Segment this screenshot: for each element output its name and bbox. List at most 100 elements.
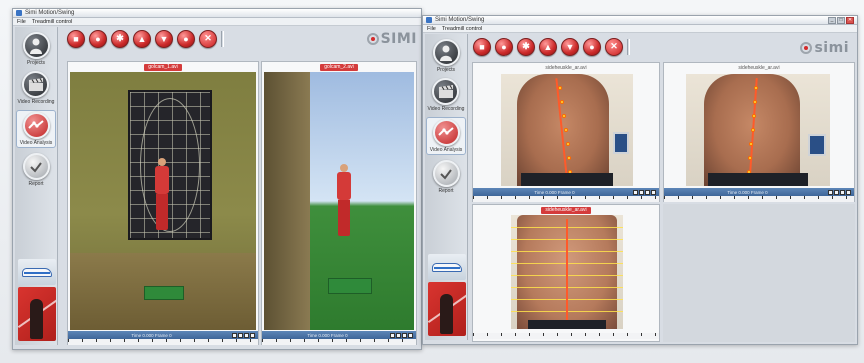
minimize-button[interactable]: _ (828, 16, 836, 24)
hitting-mat (144, 286, 184, 300)
nav-video-recording[interactable]: Video Recording (427, 78, 465, 112)
new-project-button[interactable]: ■ (67, 29, 85, 48)
logo-mark-icon (800, 42, 813, 54)
up-button[interactable]: ▲ (133, 29, 151, 48)
video-frame[interactable] (264, 72, 414, 330)
nav-video-analysis[interactable]: Video Analysis (425, 117, 467, 155)
maximize-button[interactable]: □ (837, 16, 845, 24)
settings-button[interactable]: ✱ (111, 29, 129, 48)
end-button[interactable] (846, 189, 851, 195)
film-clapper-icon (432, 78, 460, 105)
analysis-icon (432, 119, 460, 146)
logo-text: simi (814, 40, 849, 56)
left-nav-sidebar: Projects Video Recording Video Analysis … (15, 27, 58, 345)
video-frame[interactable] (686, 74, 830, 186)
nav-label: Projects (436, 67, 456, 73)
video-frame[interactable] (70, 72, 256, 330)
settings-button[interactable]: ✱ (517, 37, 535, 56)
close-window-button[interactable]: ✕ (846, 16, 854, 24)
golfer-figure (336, 164, 352, 236)
end-button[interactable] (408, 332, 413, 338)
menu-file[interactable]: File (17, 19, 26, 25)
panel-title: golcam_2.avi (320, 64, 358, 71)
play-button[interactable] (828, 189, 833, 195)
report-check-icon (22, 153, 50, 180)
video-timebar: Time 0.000 Frame 0 (473, 188, 659, 196)
video-panel-1: golcam_1.avi Time 0.000 Frame 0 (67, 61, 259, 345)
app-icon (426, 17, 432, 23)
film-clapper-icon (22, 71, 50, 98)
play-button[interactable] (232, 332, 237, 338)
left-title-bar: Simi Motion/Swing (13, 9, 421, 18)
video-frame[interactable] (501, 74, 633, 186)
timeline-ruler[interactable] (664, 196, 854, 202)
end-button[interactable] (250, 332, 255, 338)
step-forward-button[interactable] (244, 332, 249, 338)
left-toolbar: ■ ● ✱ ▲ ▼ ● ✕ (67, 29, 224, 48)
step-back-button[interactable] (238, 332, 243, 338)
nav-video-recording[interactable]: Video Recording (18, 71, 54, 105)
up-button[interactable]: ▲ (539, 37, 557, 56)
timeline-ruler[interactable] (68, 339, 258, 345)
time-readout: Time 0.000 Frame 0 (131, 332, 172, 338)
timeline-ruler[interactable] (473, 196, 659, 202)
step-back-button[interactable] (834, 189, 839, 195)
window-title: Simi Motion/Swing (25, 10, 75, 16)
nav-video-analysis[interactable]: Video Analysis (15, 110, 57, 148)
play-button[interactable] (633, 189, 638, 195)
toolbar-separator (627, 38, 630, 55)
down-button[interactable]: ▼ (155, 29, 173, 48)
left-app-window: Simi Motion/Swing File Treadmill control… (12, 8, 422, 350)
play-button[interactable] (390, 332, 395, 338)
close-button[interactable]: ✕ (605, 37, 623, 56)
open-button[interactable]: ● (495, 37, 513, 56)
trousers (520, 172, 614, 186)
runner-thumbnail (18, 287, 56, 341)
time-readout: Time 0.000 Frame 0 (727, 189, 768, 195)
record-button[interactable]: ● (583, 37, 601, 56)
nav-label: Projects (26, 60, 46, 66)
golfer-figure (154, 158, 170, 230)
nav-label: Report (28, 181, 44, 187)
record-button[interactable]: ● (177, 29, 195, 48)
spine-line (566, 219, 568, 325)
end-button[interactable] (651, 189, 656, 195)
step-forward-button[interactable] (645, 189, 650, 195)
bare-back (517, 74, 609, 186)
nav-report[interactable]: Report (432, 160, 460, 194)
window-title: Simi Motion/Swing (435, 17, 485, 23)
menu-treadmill-control[interactable]: Treadmill control (442, 26, 482, 32)
close-button[interactable]: ✕ (199, 29, 217, 48)
open-button[interactable]: ● (89, 29, 107, 48)
step-forward-button[interactable] (402, 332, 407, 338)
right-title-bar: Simi Motion/Swing _ □ ✕ (423, 16, 857, 25)
right-app-window: Simi Motion/Swing _ □ ✕ File Treadmill c… (422, 15, 858, 345)
step-back-button[interactable] (639, 189, 644, 195)
clock-target-board (128, 90, 212, 240)
time-readout: Time 0.000 Frame 0 (307, 332, 348, 338)
window-controls: _ □ ✕ (828, 16, 854, 24)
nav-label: Report (438, 188, 454, 194)
timeline-ruler[interactable] (262, 339, 416, 345)
video-frame[interactable] (511, 215, 623, 329)
car-thumbnail (428, 254, 466, 280)
hitting-mat (328, 278, 372, 294)
new-project-button[interactable]: ■ (473, 37, 491, 56)
step-forward-button[interactable] (840, 189, 845, 195)
nav-label: Video Recording (427, 106, 465, 112)
right-menu-bar: File Treadmill control (423, 25, 857, 33)
menu-file[interactable]: File (427, 26, 436, 32)
runner-thumbnail (428, 282, 466, 336)
down-button[interactable]: ▼ (561, 37, 579, 56)
menu-treadmill-control[interactable]: Treadmill control (32, 19, 72, 25)
user-icon (22, 32, 50, 59)
trousers (527, 319, 607, 329)
spine-panel-1: sideheuskle_ar.avi Time 0.000 Frame 0 (472, 62, 660, 202)
nav-projects[interactable]: Projects (432, 39, 460, 73)
nav-report[interactable]: Report (22, 153, 50, 187)
nav-projects[interactable]: Projects (22, 32, 50, 66)
timeline-ruler[interactable] (473, 333, 659, 339)
car-thumbnail (18, 259, 56, 285)
step-back-button[interactable] (396, 332, 401, 338)
spine-panel-3: sideheuskle_ar.avi (472, 204, 660, 342)
